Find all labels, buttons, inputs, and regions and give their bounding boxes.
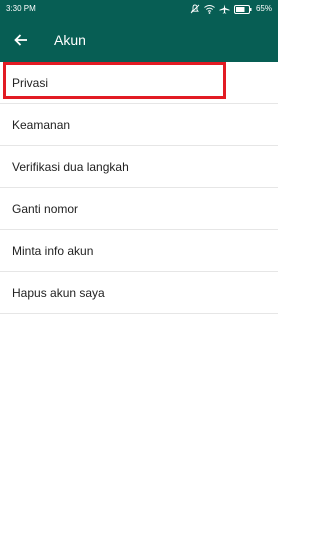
menu-item-label: Verifikasi dua langkah: [12, 160, 129, 174]
menu-item-privacy[interactable]: Privasi: [0, 62, 278, 104]
menu-item-label: Keamanan: [12, 118, 71, 132]
menu-item-label: Ganti nomor: [12, 202, 79, 216]
page-title: Akun: [54, 32, 86, 48]
menu-item-change-number[interactable]: Ganti nomor: [0, 188, 278, 230]
menu-item-label: Privasi: [12, 76, 49, 90]
battery-percentage: 65%: [255, 4, 272, 13]
status-bar: 3:30 PM 65%: [0, 0, 278, 18]
status-time: 3:30 PM: [6, 4, 36, 13]
menu-item-label: Minta info akun: [12, 244, 94, 258]
settings-list: Privasi Keamanan Verifikasi dua langkah …: [0, 62, 278, 314]
status-icons: 65%: [190, 3, 272, 15]
airplane-mode-icon: [219, 3, 230, 15]
app-bar: Akun: [0, 18, 278, 62]
wifi-icon: [204, 3, 215, 15]
menu-item-label: Hapus akun saya: [12, 286, 105, 300]
notification-off-icon: [190, 3, 200, 15]
menu-item-two-step-verification[interactable]: Verifikasi dua langkah: [0, 146, 278, 188]
battery-icon: [233, 3, 252, 15]
back-button[interactable]: [10, 29, 32, 51]
back-arrow-icon: [14, 33, 28, 47]
menu-item-security[interactable]: Keamanan: [0, 104, 278, 146]
menu-item-request-account-info[interactable]: Minta info akun: [0, 230, 278, 272]
menu-item-delete-account[interactable]: Hapus akun saya: [0, 272, 278, 314]
